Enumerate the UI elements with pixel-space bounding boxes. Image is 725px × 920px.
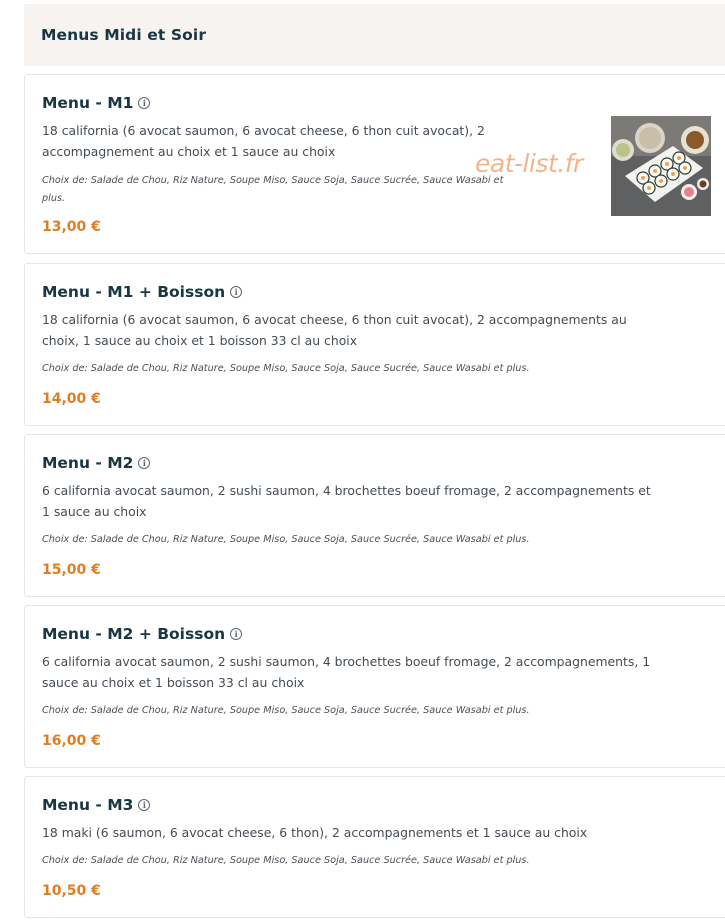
menu-item-choices: Choix de: Salade de Chou, Riz Nature, So… bbox=[42, 702, 530, 720]
info-circle-icon[interactable]: i bbox=[230, 286, 243, 298]
info-circle-icon[interactable]: i bbox=[138, 457, 151, 469]
menu-item-choices: Choix de: Salade de Chou, Riz Nature, So… bbox=[42, 852, 530, 870]
menu-item-title: Menu - M2 i bbox=[42, 454, 151, 472]
menu-item-title: Menu - M1 i bbox=[42, 94, 151, 112]
menu-item-image[interactable] bbox=[611, 116, 711, 216]
menu-item-name: Menu - M2 + Boisson bbox=[42, 625, 226, 643]
section-header: Menus Midi et Soir bbox=[24, 4, 725, 66]
menu-card-m2-boisson[interactable]: Menu - M2 + Boisson i 6 california avoca… bbox=[24, 605, 725, 768]
menu-item-title: Menu - M3 i bbox=[42, 796, 151, 814]
menu-item-description: 6 california avocat saumon, 2 sushi saum… bbox=[42, 651, 650, 693]
description-line: 18 california (6 avocat saumon, 6 avocat… bbox=[42, 123, 485, 138]
choices-line: plus. bbox=[42, 193, 66, 204]
menu-item-name: Menu - M1 + Boisson bbox=[42, 283, 226, 301]
menu-item-price: 14,00 € bbox=[42, 391, 101, 407]
sushi-photo bbox=[611, 116, 711, 216]
menu-item-choices: Choix de: Salade de Chou, Riz Nature, So… bbox=[42, 172, 503, 208]
menu-item-choices: Choix de: Salade de Chou, Riz Nature, So… bbox=[42, 531, 530, 549]
menu-item-name: Menu - M3 bbox=[42, 796, 134, 814]
menu-item-description: 18 california (6 avocat saumon, 6 avocat… bbox=[42, 120, 485, 162]
menu-item-price: 16,00 € bbox=[42, 733, 101, 749]
choices-line: Choix de: Salade de Chou, Riz Nature, So… bbox=[42, 534, 530, 545]
menu-card-m1[interactable]: Menu - M1 i 18 california (6 avocat saum… bbox=[24, 74, 725, 254]
info-circle-icon[interactable]: i bbox=[138, 97, 151, 109]
description-line: choix, 1 sauce au choix et 1 boisson 33 … bbox=[42, 333, 358, 348]
menu-item-name: Menu - M2 bbox=[42, 454, 134, 472]
choices-line: Choix de: Salade de Chou, Riz Nature, So… bbox=[42, 175, 504, 186]
menu-item-title: Menu - M2 + Boisson i bbox=[42, 625, 243, 643]
menu-card-m1-boisson[interactable]: Menu - M1 + Boisson i 18 california (6 a… bbox=[24, 263, 725, 426]
section-title: Menus Midi et Soir bbox=[41, 26, 207, 44]
watermark: eat-list.fr bbox=[475, 149, 583, 178]
menu-item-description: 6 california avocat saumon, 2 sushi saum… bbox=[42, 480, 651, 522]
menu-item-name: Menu - M1 bbox=[42, 94, 134, 112]
menu-item-description: 18 maki (6 saumon, 6 avocat cheese, 6 th… bbox=[42, 822, 587, 843]
menu-item-price: 15,00 € bbox=[42, 562, 101, 578]
info-circle-icon[interactable]: i bbox=[230, 628, 243, 640]
info-circle-icon[interactable]: i bbox=[138, 799, 151, 811]
description-line: 18 maki (6 saumon, 6 avocat cheese, 6 th… bbox=[42, 825, 588, 840]
menu-card-m2[interactable]: Menu - M2 i 6 california avocat saumon, … bbox=[24, 434, 725, 597]
description-line: accompagnement au choix et 1 sauce au ch… bbox=[42, 144, 336, 159]
menu-card-m3[interactable]: Menu - M3 i 18 maki (6 saumon, 6 avocat … bbox=[24, 776, 725, 918]
description-line: 6 california avocat saumon, 2 sushi saum… bbox=[42, 654, 651, 669]
choices-line: Choix de: Salade de Chou, Riz Nature, So… bbox=[42, 855, 530, 866]
menu-item-choices: Choix de: Salade de Chou, Riz Nature, So… bbox=[42, 360, 530, 378]
menu-item-price: 10,50 € bbox=[42, 883, 101, 899]
description-line: 18 california (6 avocat saumon, 6 avocat… bbox=[42, 312, 627, 327]
description-line: 1 sauce au choix bbox=[42, 504, 147, 519]
menu-item-price: 13,00 € bbox=[42, 219, 101, 235]
choices-line: Choix de: Salade de Chou, Riz Nature, So… bbox=[42, 363, 530, 374]
menu-item-description: 18 california (6 avocat saumon, 6 avocat… bbox=[42, 309, 627, 351]
description-line: sauce au choix et 1 boisson 33 cl au cho… bbox=[42, 675, 305, 690]
menu-item-title: Menu - M1 + Boisson i bbox=[42, 283, 243, 301]
description-line: 6 california avocat saumon, 2 sushi saum… bbox=[42, 483, 651, 498]
choices-line: Choix de: Salade de Chou, Riz Nature, So… bbox=[42, 705, 530, 716]
